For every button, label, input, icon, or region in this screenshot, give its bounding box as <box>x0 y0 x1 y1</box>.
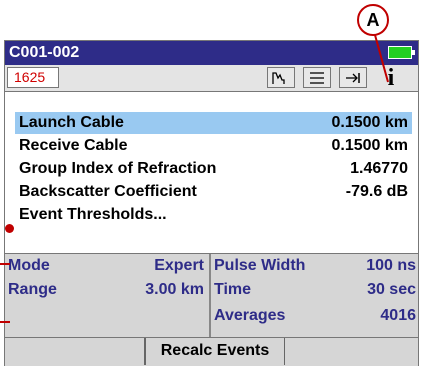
callout-leader-line <box>374 34 389 83</box>
callout-a: A <box>357 4 389 36</box>
